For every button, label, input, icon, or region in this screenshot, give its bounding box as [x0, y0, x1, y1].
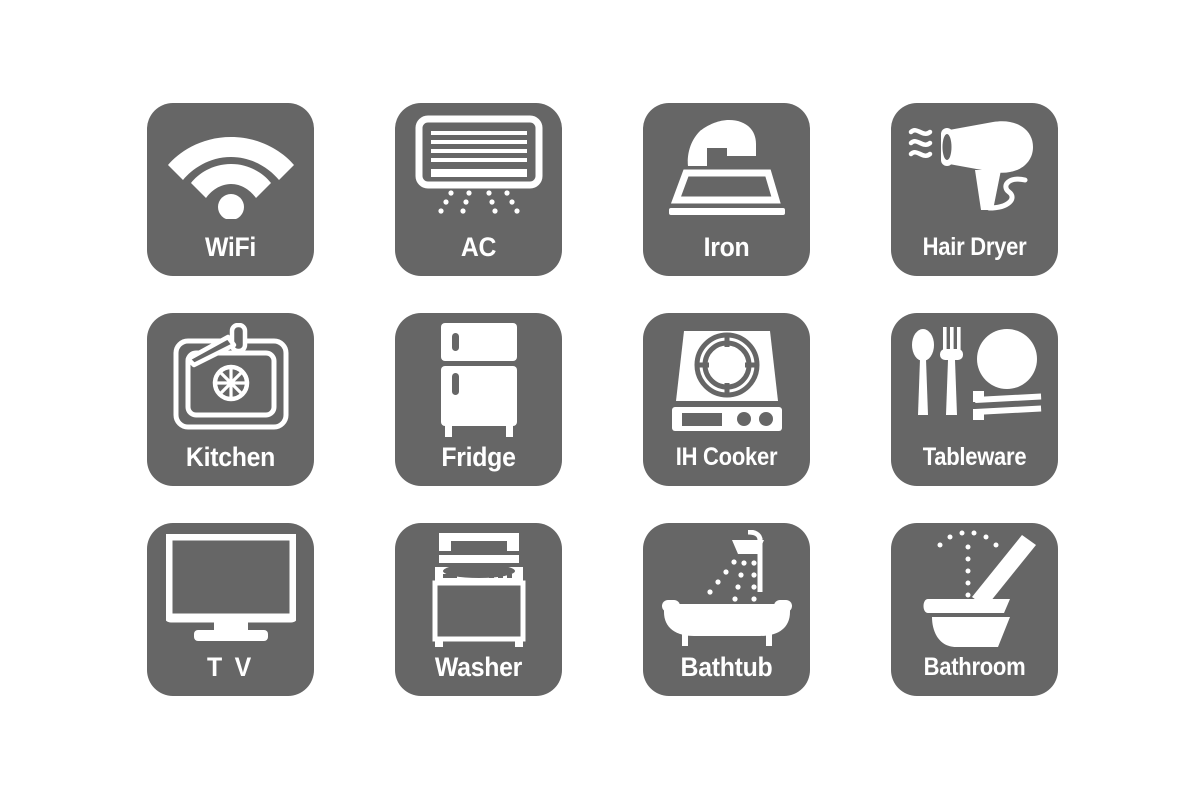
amenity-tile-bathtub[interactable]: Bathtub	[643, 523, 810, 696]
amenity-tile-label: WiFi	[204, 232, 257, 262]
amenity-tile-tableware[interactable]: Tableware	[891, 313, 1058, 486]
amenity-tile-hair-dryer[interactable]: Hair Dryer	[891, 103, 1058, 276]
amenity-tile-ih-cooker[interactable]: IH Cooker	[643, 313, 810, 486]
amenity-tile-fridge[interactable]: Fridge	[395, 313, 562, 486]
amenity-tile-wifi[interactable]: WiFi	[147, 103, 314, 276]
amenity-tile-label: T V	[207, 652, 254, 682]
amenity-tile-label: Iron	[703, 232, 750, 262]
amenity-tile-label: Bathtub	[680, 652, 773, 682]
amenity-tile-label: Bathroom	[923, 653, 1026, 681]
toilet-icon	[891, 523, 1058, 655]
tableware-icon	[891, 313, 1058, 445]
ih-cooker-icon	[643, 313, 810, 445]
television-icon	[147, 523, 314, 655]
amenity-tile-label: Fridge	[441, 442, 516, 472]
amenity-tile-label: IH Cooker	[675, 443, 778, 471]
air-conditioner-icon	[395, 103, 562, 235]
hair-dryer-icon	[891, 103, 1058, 235]
washing-machine-icon	[395, 523, 562, 655]
amenity-icon-grid: WiFi AC Iron Hair Dryer Kitchen Fridge I…	[147, 103, 1058, 696]
amenity-tile-kitchen[interactable]: Kitchen	[147, 313, 314, 486]
amenity-tile-label: Kitchen	[185, 442, 276, 472]
iron-icon	[643, 103, 810, 235]
wifi-icon	[147, 103, 314, 235]
amenity-tile-bathroom[interactable]: Bathroom	[891, 523, 1058, 696]
amenity-tile-label: AC	[460, 232, 497, 262]
amenity-tile-label: Tableware	[922, 443, 1027, 471]
kitchen-sink-icon	[147, 313, 314, 445]
amenity-tile-washer[interactable]: Washer	[395, 523, 562, 696]
amenity-tile-label: Washer	[434, 652, 523, 682]
amenity-tile-label: Hair Dryer	[922, 233, 1027, 261]
amenity-tile-iron[interactable]: Iron	[643, 103, 810, 276]
amenity-tile-tv[interactable]: T V	[147, 523, 314, 696]
amenity-tile-ac[interactable]: AC	[395, 103, 562, 276]
fridge-icon	[395, 313, 562, 445]
bathtub-shower-icon	[643, 523, 810, 655]
